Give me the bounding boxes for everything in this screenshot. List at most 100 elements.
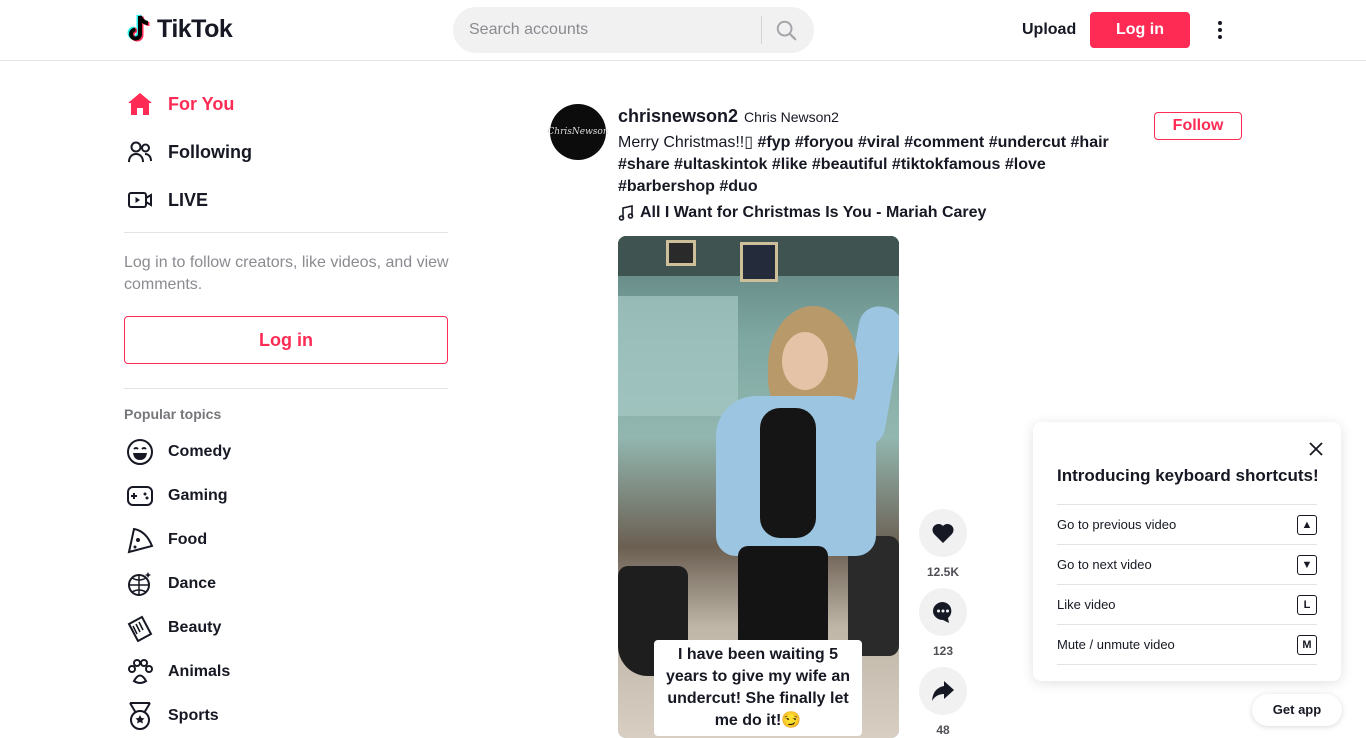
video-player[interactable]: I have been waiting 5 years to give my w… xyxy=(618,236,899,738)
hashtag-link[interactable]: #fyp xyxy=(757,134,790,151)
topic-label: Sports xyxy=(168,707,219,724)
close-button[interactable] xyxy=(1305,438,1327,460)
hashtag-link[interactable]: #love xyxy=(1005,156,1046,173)
shortcut-row: Go to previous video ▲ xyxy=(1057,504,1317,544)
nav-label: For You xyxy=(168,93,235,114)
comment-button[interactable]: 123 xyxy=(919,588,967,658)
share-button[interactable]: 48 xyxy=(919,667,967,737)
search-icon xyxy=(776,20,797,41)
topic-dance[interactable]: Dance xyxy=(124,566,216,602)
search-divider xyxy=(761,16,762,44)
hashtag-link[interactable]: #undercut xyxy=(989,134,1066,151)
topic-beauty[interactable]: Beauty xyxy=(124,610,221,646)
nav-label: LIVE xyxy=(168,189,209,210)
music-link[interactable]: All I Want for Christmas Is You - Mariah… xyxy=(618,204,986,222)
shortcut-label: Go to previous video xyxy=(1057,517,1177,532)
topic-label: Dance xyxy=(168,575,217,592)
gaming-icon xyxy=(124,480,156,512)
food-icon xyxy=(124,524,156,556)
tiktok-note-icon xyxy=(127,14,150,42)
key-up-icon: ▲ xyxy=(1297,514,1317,535)
home-icon xyxy=(124,88,156,120)
close-icon xyxy=(1309,442,1323,456)
like-count: 12.5K xyxy=(926,565,960,579)
nav-following[interactable]: Following xyxy=(124,132,252,172)
tiktok-logo[interactable]: TikTok xyxy=(127,14,233,44)
post-caption: Merry Christmas!!▯ #fyp #foryou #viral #… xyxy=(618,132,1138,198)
like-button[interactable]: 12.5K xyxy=(919,509,967,579)
shortcut-label: Like video xyxy=(1057,597,1116,612)
people-icon xyxy=(124,136,156,168)
hashtag-link[interactable]: #tiktokfamous xyxy=(892,156,1000,173)
search-bar xyxy=(453,7,814,53)
video-picture-frame xyxy=(740,242,778,282)
hashtag-link[interactable]: #ultaskintok xyxy=(674,156,767,173)
logo-wordmark: TikTok xyxy=(157,14,233,43)
topic-gaming[interactable]: Gaming xyxy=(124,478,228,514)
sidebar-login-button[interactable]: Log in xyxy=(124,316,448,364)
author-nickname: Chris Newson2 xyxy=(744,109,839,125)
hashtag-link[interactable]: #like xyxy=(772,156,808,173)
comment-icon xyxy=(933,602,952,623)
popup-title: Introducing keyboard shortcuts! xyxy=(1057,466,1319,485)
search-button[interactable] xyxy=(771,16,801,44)
hashtag-link[interactable]: #hair xyxy=(1071,134,1109,151)
music-note-icon xyxy=(618,205,634,221)
topic-food[interactable]: Food xyxy=(124,522,207,558)
more-menu-button[interactable] xyxy=(1208,16,1232,44)
avatar-signature: ChrisNewson xyxy=(547,127,609,137)
hashtag-link[interactable]: #foryou xyxy=(795,134,854,151)
video-person-face xyxy=(782,332,828,390)
author-username[interactable]: chrisnewson2 xyxy=(618,106,738,127)
shortcut-row: Go to next video ▼ xyxy=(1057,544,1317,584)
sidebar-divider xyxy=(124,232,448,233)
video-person-top xyxy=(760,408,816,538)
nav-for-you[interactable]: For You xyxy=(124,84,234,124)
key-l-icon: L xyxy=(1297,594,1317,615)
hashtag-link[interactable]: #share xyxy=(618,156,670,173)
shortcut-row: Like video L xyxy=(1057,584,1317,624)
music-title: All I Want for Christmas Is You - Mariah… xyxy=(640,204,987,221)
dance-icon xyxy=(124,568,156,600)
animals-icon xyxy=(124,656,156,688)
follow-button[interactable]: Follow xyxy=(1154,112,1242,140)
hashtag-link[interactable]: #barbershop xyxy=(618,178,715,195)
nav-live[interactable]: LIVE xyxy=(124,180,208,220)
key-down-icon: ▼ xyxy=(1297,554,1317,575)
topic-label: Comedy xyxy=(168,443,232,460)
shortcut-label: Go to next video xyxy=(1057,557,1152,572)
topic-animals[interactable]: Animals xyxy=(124,654,230,690)
shortcut-row: Mute / unmute video M xyxy=(1057,624,1317,664)
topic-comedy[interactable]: Comedy xyxy=(124,434,231,470)
hashtag-link[interactable]: #viral xyxy=(858,134,900,151)
comment-count: 123 xyxy=(932,644,954,658)
keyboard-shortcuts-popup: Introducing keyboard shortcuts! Go to pr… xyxy=(1033,422,1341,681)
hashtag-link[interactable]: #duo xyxy=(719,178,757,195)
topic-sports[interactable]: Sports xyxy=(124,698,219,734)
video-mirror xyxy=(618,296,738,416)
popular-topics-title: Popular topics xyxy=(124,406,222,422)
comedy-icon xyxy=(124,436,156,468)
share-count: 48 xyxy=(936,723,950,737)
top-header: TikTok Upload Log in xyxy=(0,0,1366,61)
search-input[interactable] xyxy=(469,7,749,53)
key-m-icon: M xyxy=(1297,634,1317,655)
author-avatar[interactable]: ChrisNewson xyxy=(547,104,609,160)
caption-text: Merry Christmas!!▯ xyxy=(618,134,758,151)
sidebar-divider xyxy=(124,388,448,389)
author-info: chrisnewson2 Chris Newson2 xyxy=(618,106,839,127)
video-picture-frame xyxy=(666,240,696,266)
upload-button[interactable]: Upload xyxy=(1014,12,1084,48)
topic-label: Animals xyxy=(168,663,231,680)
hashtag-link[interactable]: #comment xyxy=(904,134,984,151)
get-app-button[interactable]: Get app xyxy=(1252,694,1342,726)
popup-divider xyxy=(1057,664,1317,665)
share-icon xyxy=(932,681,954,701)
sports-icon xyxy=(124,700,156,732)
more-vertical-icon xyxy=(1218,21,1222,39)
hashtag-link[interactable]: #beautiful xyxy=(812,156,888,173)
header-login-button[interactable]: Log in xyxy=(1090,12,1190,48)
nav-label: Following xyxy=(168,141,252,162)
video-caption-overlay: I have been waiting 5 years to give my w… xyxy=(654,640,862,736)
beauty-icon xyxy=(124,612,156,644)
